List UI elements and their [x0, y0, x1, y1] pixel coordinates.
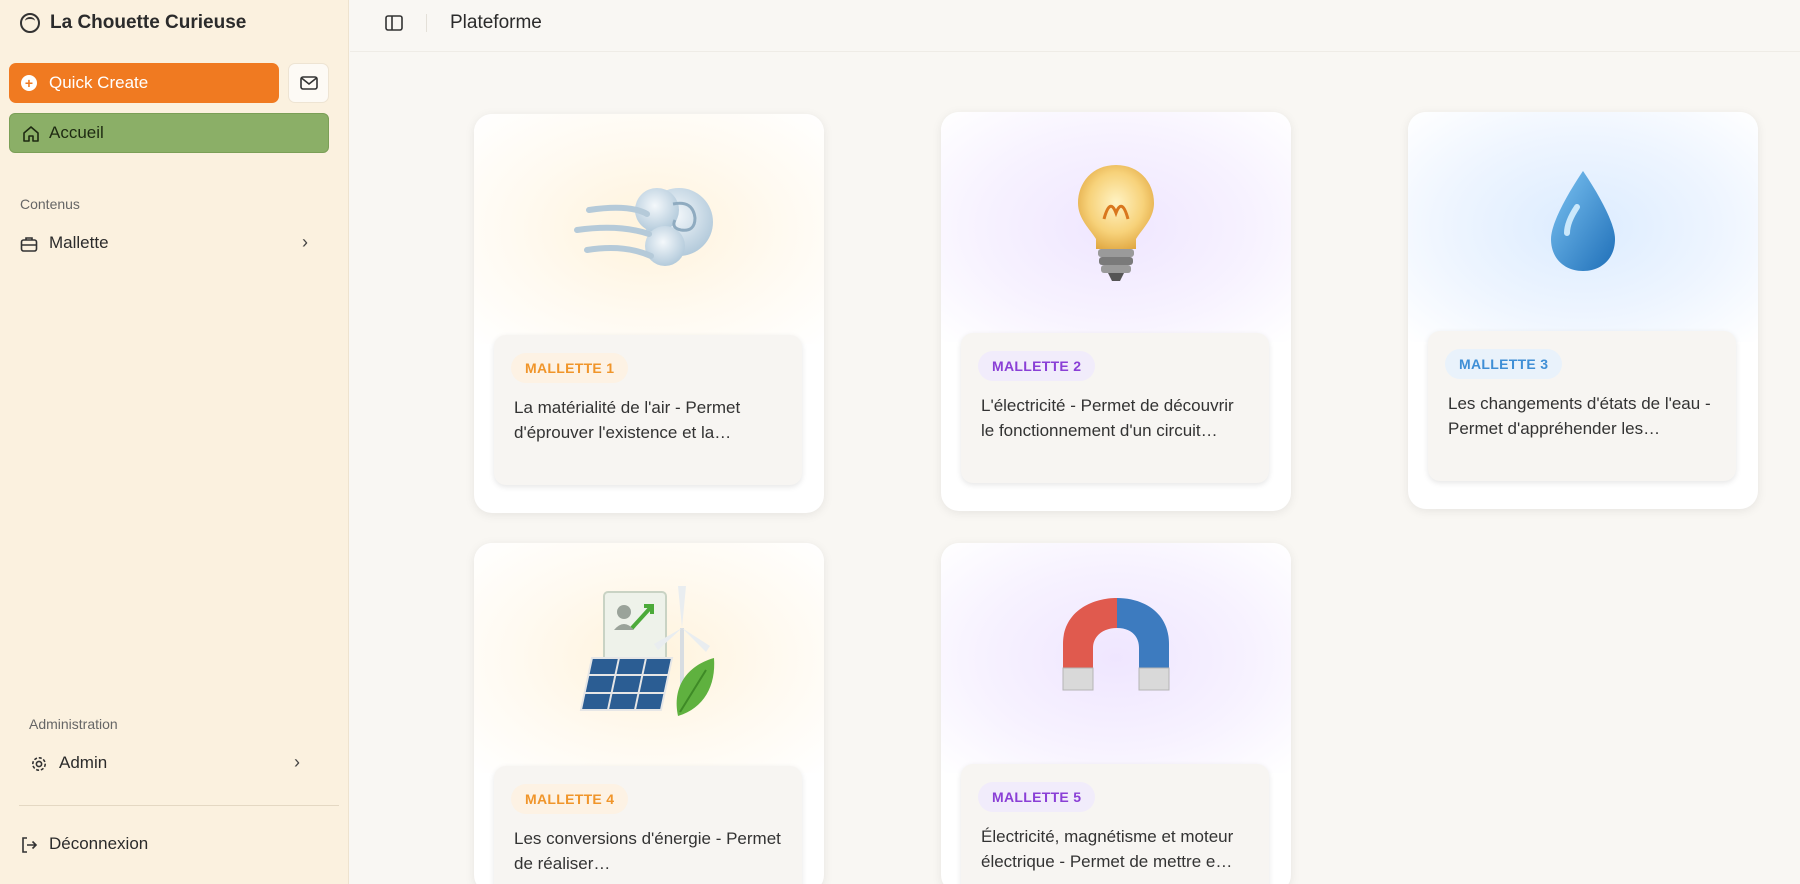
sidebar-item-label: Mallette — [49, 233, 109, 252]
mallette-description: Les changements d'états de l'eau - Perme… — [1448, 394, 1711, 438]
owl-logo-icon — [20, 13, 40, 33]
home-icon — [23, 126, 39, 142]
logout-icon — [22, 837, 38, 853]
wind-icon — [474, 114, 824, 334]
logout-button[interactable]: Déconnexion — [20, 834, 220, 856]
section-label-administration: Administration — [29, 716, 118, 732]
sidebar-item-accueil[interactable]: Accueil — [9, 113, 329, 153]
sidebar-item-label: Accueil — [49, 123, 104, 142]
gear-icon — [32, 757, 46, 771]
briefcase-icon — [20, 237, 38, 252]
card-body: MALLETTE 5 Électricité, magnétisme et mo… — [961, 764, 1269, 884]
sidebar-toggle-icon[interactable] — [384, 13, 404, 33]
card-body: MALLETTE 4 Les conversions d'énergie - P… — [494, 766, 802, 884]
logout-label: Déconnexion — [49, 834, 149, 853]
card-body: MALLETTE 3 Les changements d'états de l'… — [1428, 331, 1736, 481]
quick-create-label: Quick Create — [49, 73, 149, 92]
sidebar-item-mallette[interactable]: Mallette › — [20, 232, 320, 255]
topbar: Plateforme — [350, 0, 1800, 52]
mallette-card-1[interactable]: MALLETTE 1 La matérialité de l'air - Per… — [474, 114, 824, 513]
mallette-badge: MALLETTE 5 — [978, 782, 1096, 812]
mallette-description: Électricité, magnétisme et moteur électr… — [981, 827, 1234, 871]
mallette-badge: MALLETTE 1 — [511, 353, 629, 383]
mallette-badge: MALLETTE 4 — [511, 784, 629, 814]
inbox-button[interactable] — [288, 63, 329, 103]
mallette-card-2[interactable]: MALLETTE 2 L'électricité - Permet de déc… — [941, 112, 1291, 511]
mallette-card-4[interactable]: MALLETTE 4 Les conversions d'énergie - P… — [474, 543, 824, 884]
chevron-right-icon: › — [294, 752, 300, 772]
app-title: La Chouette Curieuse — [50, 12, 247, 33]
card-body: MALLETTE 1 La matérialité de l'air - Per… — [494, 335, 802, 485]
magnet-icon — [941, 543, 1291, 763]
mallette-card-3[interactable]: MALLETTE 3 Les changements d'états de l'… — [1408, 112, 1758, 509]
lightbulb-icon — [941, 112, 1291, 332]
section-label-contents: Contenus — [20, 196, 80, 212]
mallette-description: La matérialité de l'air - Permet d'éprou… — [514, 398, 741, 442]
mallette-badge: MALLETTE 3 — [1445, 349, 1563, 379]
mallette-badge: MALLETTE 2 — [978, 351, 1096, 381]
chevron-right-icon: › — [302, 232, 308, 252]
mail-icon — [299, 76, 318, 90]
sidebar: La Chouette Curieuse + Quick Create Accu… — [0, 0, 349, 884]
water-drop-icon — [1408, 112, 1758, 332]
mallette-description: L'électricité - Permet de découvrir le f… — [981, 396, 1234, 440]
quick-create-button[interactable]: + Quick Create — [9, 63, 279, 103]
renewable-energy-icon — [474, 543, 824, 763]
sidebar-item-label: Admin — [59, 753, 108, 772]
brand[interactable]: La Chouette Curieuse — [20, 12, 246, 34]
mallette-description: Les conversions d'énergie - Permet de ré… — [514, 829, 781, 873]
plus-circle-icon: + — [21, 75, 37, 91]
breadcrumb: Plateforme — [450, 12, 542, 33]
mallette-card-5[interactable]: MALLETTE 5 Électricité, magnétisme et mo… — [941, 543, 1291, 884]
sidebar-item-admin[interactable]: Admin › — [30, 752, 310, 775]
topbar-separator — [426, 14, 427, 32]
sidebar-divider — [19, 805, 339, 806]
card-body: MALLETTE 2 L'électricité - Permet de déc… — [961, 333, 1269, 483]
